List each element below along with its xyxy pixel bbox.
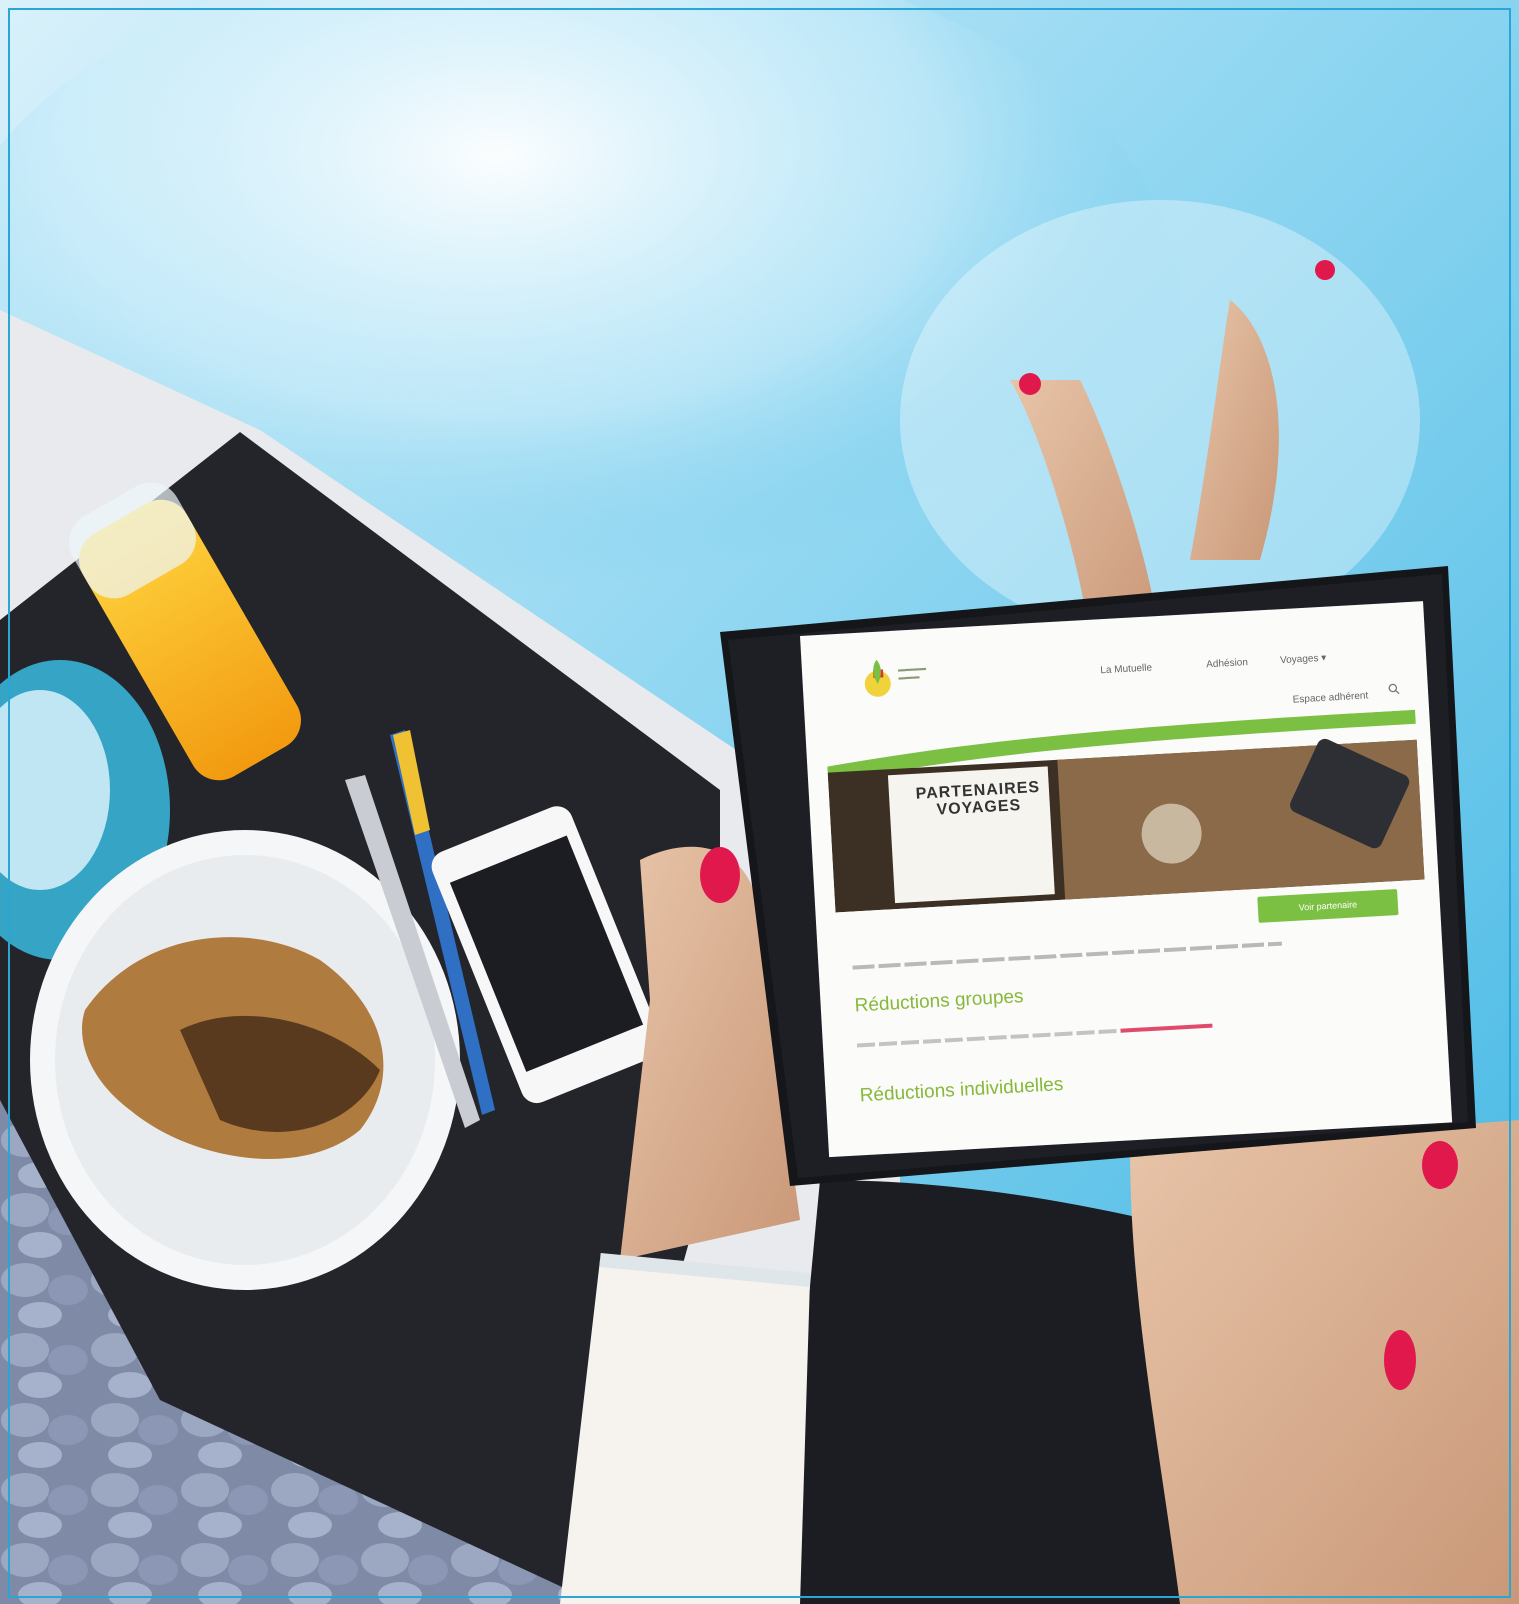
nav-item-espace-adherent[interactable]: Espace adhérent [1292,690,1368,705]
logo-icon [864,659,891,697]
logo-text: ▬▬▬▬ ▬▬▬ [897,665,927,682]
partner-button[interactable]: Voir partenaire [1257,889,1399,923]
section-link[interactable] [1120,1023,1213,1033]
nav-item-adhesion[interactable]: Adhésion [1206,657,1248,670]
section-text-line [856,1028,1117,1048]
intro-text-line [852,941,1283,970]
section-heading-individuelles: Réductions individuelles [859,1074,1064,1107]
section-heading-groupes: Réductions groupes [854,986,1025,1017]
search-icon[interactable] [1388,683,1401,696]
nav-item-voyages[interactable]: Voyages ▾ [1280,653,1327,667]
nav-item-mutuelle[interactable]: La Mutuelle [1100,662,1152,676]
tablet-screen: ▬▬▬▬ ▬▬▬ La Mutuelle Adhésion Voyages ▾ E… [800,601,1453,1158]
